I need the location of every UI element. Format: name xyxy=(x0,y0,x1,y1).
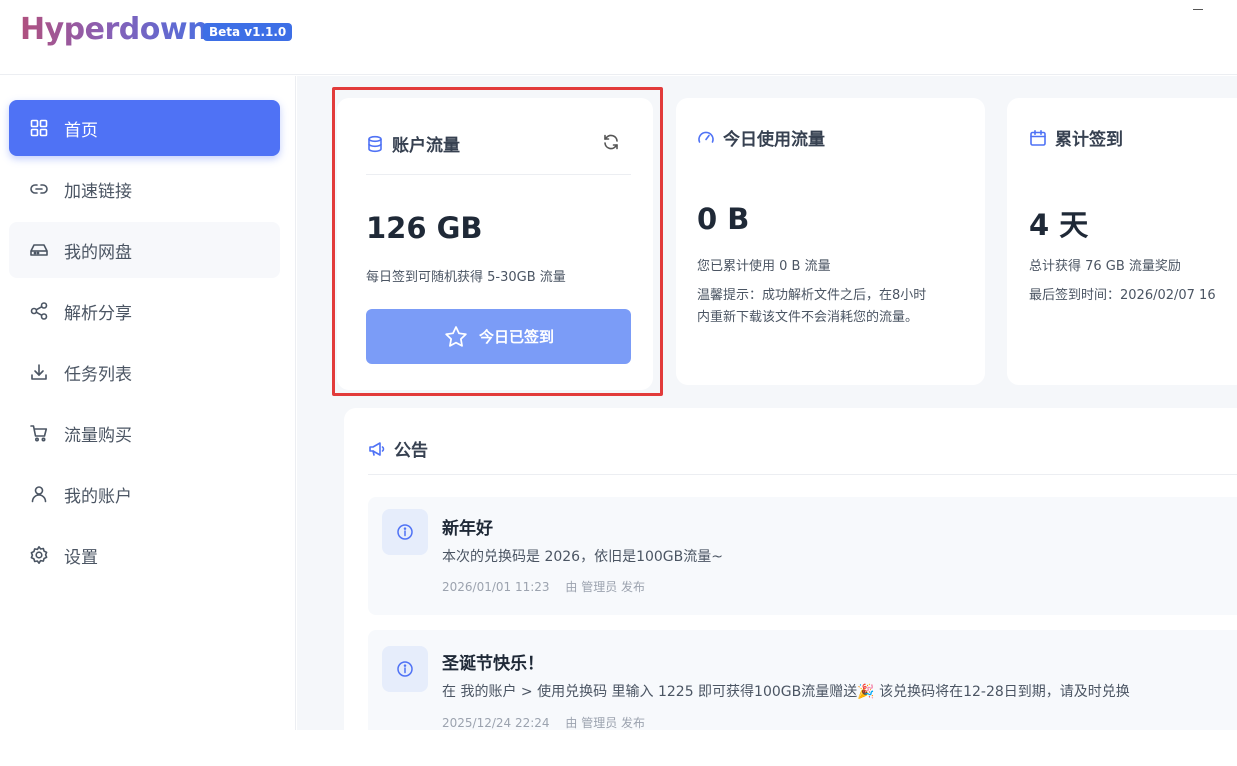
checkin-button[interactable]: 今日已签到 xyxy=(366,309,631,364)
window-minimize-icon[interactable] xyxy=(1193,9,1203,10)
hard-drive-icon xyxy=(29,240,49,260)
traffic-desc: 每日签到可随机获得 5-30GB 流量 xyxy=(366,270,566,285)
sidebar-item-label: 解析分享 xyxy=(64,303,132,324)
usage-tip-line1: 温馨提示：成功解析文件之后，在8小时 xyxy=(697,288,927,303)
calendar-icon xyxy=(1029,129,1047,147)
traffic-value: 126 GB xyxy=(366,211,483,245)
card-title: 账户流量 xyxy=(366,131,460,156)
database-icon xyxy=(366,135,384,153)
main-content: 账户流量 126 GB 每日签到可随机获得 5-30GB 流量 今日已签到 今日… xyxy=(297,76,1237,730)
sidebar-item-label: 任务列表 xyxy=(64,364,132,385)
notice-item-title: 圣诞节快乐！ xyxy=(442,654,544,674)
checkin-total-card: 累计签到 4 天 总计获得 76 GB 流量奖励 最后签到时间：2026/02/… xyxy=(1007,98,1237,385)
refresh-icon[interactable] xyxy=(602,133,620,155)
sidebar-item-settings[interactable]: 设置 xyxy=(9,527,280,583)
version-badge: Beta v1.1.0 xyxy=(203,23,293,41)
sidebar-item-label: 首页 xyxy=(64,120,98,141)
notice-item-title: 新年好 xyxy=(442,519,493,539)
notice-card: 公告 新年好 本次的兑换码是 2026，依旧是100GB流量~ 2026/01/… xyxy=(344,408,1237,730)
usage-value: 0 B xyxy=(697,202,750,236)
divider xyxy=(366,174,631,175)
cart-icon xyxy=(29,423,49,443)
gear-icon xyxy=(29,545,49,565)
sidebar-item-buy[interactable]: 流量购买 xyxy=(9,405,280,461)
share-icon xyxy=(29,301,49,321)
last-checkin-time: 最后签到时间：2026/02/07 16 xyxy=(1029,288,1216,303)
info-icon xyxy=(382,509,428,555)
notice-item-author: 由 管理员 发布 xyxy=(565,716,646,730)
sidebar-item-label: 我的网盘 xyxy=(64,242,132,263)
sidebar-item-label: 加速链接 xyxy=(64,181,132,202)
megaphone-icon xyxy=(368,440,386,458)
sidebar: 首页 加速链接 我的网盘 解析分享 任务列表 流量购买 我的账户 设置 xyxy=(0,76,296,730)
notice-item-date: 2025/12/24 22:24 xyxy=(442,716,550,730)
card-title: 累计签到 xyxy=(1029,125,1123,150)
checkin-desc: 总计获得 76 GB 流量奖励 xyxy=(1029,259,1181,274)
gauge-icon xyxy=(697,129,715,147)
app-logo[interactable]: Hyperdown xyxy=(20,12,208,47)
notice-item-body: 在 我的账户 > 使用兑换码 里输入 1225 即可获得100GB流量赠送🎉 该… xyxy=(442,684,1130,700)
sidebar-item-label: 流量购买 xyxy=(64,425,132,446)
sidebar-item-home[interactable]: 首页 xyxy=(9,100,280,156)
notice-title: 公告 xyxy=(368,436,428,461)
usage-tip-line2: 内重新下载该文件不会消耗您的流量。 xyxy=(697,310,919,325)
star-icon xyxy=(443,324,469,350)
notice-item[interactable]: 新年好 本次的兑换码是 2026，依旧是100GB流量~ 2026/01/01 … xyxy=(368,497,1237,615)
sidebar-item-drive[interactable]: 我的网盘 xyxy=(9,222,280,278)
notice-item-meta: 2026/01/01 11:23 由 管理员 发布 xyxy=(442,578,645,595)
notice-item-body: 本次的兑换码是 2026，依旧是100GB流量~ xyxy=(442,549,723,565)
sidebar-item-tasks[interactable]: 任务列表 xyxy=(9,344,280,400)
usage-desc: 您已累计使用 0 B 流量 xyxy=(697,259,831,274)
notice-item[interactable]: 圣诞节快乐！ 在 我的账户 > 使用兑换码 里输入 1225 即可获得100GB… xyxy=(368,630,1237,730)
sidebar-item-label: 设置 xyxy=(64,547,98,568)
divider xyxy=(368,474,1237,475)
link-icon xyxy=(29,179,49,199)
sidebar-item-label: 我的账户 xyxy=(64,486,132,507)
app-header: Hyperdown Beta v1.1.0 xyxy=(0,0,1237,75)
notice-item-date: 2026/01/01 11:23 xyxy=(442,580,550,594)
info-icon xyxy=(382,646,428,692)
sidebar-item-share[interactable]: 解析分享 xyxy=(9,283,280,339)
notice-item-author: 由 管理员 发布 xyxy=(565,580,646,594)
notice-item-meta: 2025/12/24 22:24 由 管理员 发布 xyxy=(442,714,645,730)
sidebar-item-account[interactable]: 我的账户 xyxy=(9,466,280,522)
today-usage-card: 今日使用流量 0 B 您已累计使用 0 B 流量 温馨提示：成功解析文件之后，在… xyxy=(676,98,985,385)
grid-icon xyxy=(29,118,49,138)
download-icon xyxy=(29,362,49,382)
checkin-value: 4 天 xyxy=(1029,208,1089,242)
sidebar-item-links[interactable]: 加速链接 xyxy=(9,161,280,217)
account-traffic-card: 账户流量 126 GB 每日签到可随机获得 5-30GB 流量 今日已签到 xyxy=(337,98,653,390)
user-icon xyxy=(29,484,49,504)
card-title: 今日使用流量 xyxy=(697,125,825,150)
